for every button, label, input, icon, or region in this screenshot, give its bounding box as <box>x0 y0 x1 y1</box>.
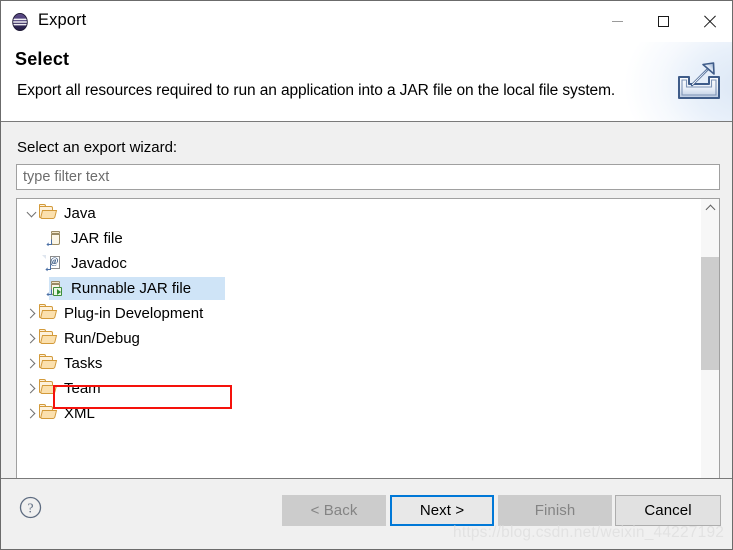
eclipse-icon <box>10 12 30 32</box>
cancel-button[interactable]: Cancel <box>615 495 721 526</box>
page-title: Select <box>15 49 70 69</box>
dialog-footer: ? < Back Next > Finish Cancel <box>1 478 732 549</box>
tree-item-xml[interactable]: XML <box>17 401 700 426</box>
export-wizard-tree[interactable]: Java JAR file @ Javadoc Runnable JAR fil… <box>16 198 720 525</box>
wizard-header: Select Export all resources required to … <box>1 42 732 122</box>
jar-file-icon <box>46 230 66 248</box>
folder-icon <box>39 303 59 323</box>
scrollbar-thumb[interactable] <box>701 257 719 370</box>
section-label: Select an export wizard: <box>17 139 178 156</box>
filter-input[interactable] <box>16 164 720 190</box>
chevron-right-icon[interactable] <box>23 333 39 344</box>
tree-rows: Java JAR file @ Javadoc Runnable JAR fil… <box>17 201 700 426</box>
tree-item-jar-file[interactable]: JAR file <box>17 226 700 251</box>
tree-item-tasks[interactable]: Tasks <box>17 351 700 376</box>
back-button-label: < Back <box>310 502 358 519</box>
window-controls <box>594 1 732 42</box>
next-button-label: Next > <box>419 502 465 519</box>
minimize-button[interactable] <box>594 1 640 42</box>
tree-item-label: Runnable JAR file <box>71 280 192 297</box>
tree-item-label: Team <box>64 380 101 397</box>
folder-icon <box>39 328 59 348</box>
title-bar: Export <box>1 1 732 42</box>
folder-icon <box>39 203 59 223</box>
folder-icon <box>39 378 59 398</box>
next-button[interactable]: Next > <box>390 495 494 526</box>
close-icon <box>703 15 716 28</box>
tree-item-team[interactable]: Team <box>17 376 700 401</box>
dialog-body: Select an export wizard: Java <box>1 122 732 525</box>
page-description: Export all resources required to run an … <box>17 82 616 99</box>
tree-item-run-debug[interactable]: Run/Debug <box>17 326 700 351</box>
finish-button[interactable]: Finish <box>498 495 612 526</box>
chevron-right-icon[interactable] <box>23 308 39 319</box>
maximize-icon <box>657 16 669 27</box>
tree-vertical-scrollbar[interactable] <box>700 199 719 524</box>
window-title: Export <box>38 11 87 30</box>
chevron-up-icon <box>705 204 715 215</box>
close-button[interactable] <box>686 1 732 42</box>
tree-item-label: XML <box>64 405 95 422</box>
tree-item-label: Plug-in Development <box>64 305 204 322</box>
export-dialog-window: Export Select Export all resources requi… <box>0 0 733 550</box>
tree-item-label: Run/Debug <box>64 330 140 347</box>
help-icon[interactable]: ? <box>19 496 42 519</box>
runnable-jar-file-icon <box>46 280 66 298</box>
tree-item-runnable-jar-file[interactable]: Runnable JAR file <box>17 276 700 301</box>
tree-item-java[interactable]: Java <box>17 201 700 226</box>
tree-item-label: Javadoc <box>71 255 127 272</box>
svg-text:?: ? <box>28 501 34 516</box>
export-icon <box>673 56 725 108</box>
scroll-up-button[interactable] <box>701 199 719 217</box>
tree-item-label: Java <box>64 205 96 222</box>
tree-item-plug-in-development[interactable]: Plug-in Development <box>17 301 700 326</box>
chevron-right-icon[interactable] <box>23 358 39 369</box>
javadoc-icon: @ <box>42 254 66 273</box>
tree-item-label: JAR file <box>71 230 123 247</box>
tree-item-label: Tasks <box>64 355 103 372</box>
tree-item-javadoc[interactable]: @ Javadoc <box>17 251 700 276</box>
folder-icon <box>39 353 59 373</box>
folder-icon <box>39 403 59 423</box>
minimize-icon <box>611 21 623 22</box>
chevron-right-icon[interactable] <box>23 408 39 419</box>
maximize-button[interactable] <box>640 1 686 42</box>
cancel-button-label: Cancel <box>644 502 692 519</box>
back-button[interactable]: < Back <box>282 495 386 526</box>
finish-button-label: Finish <box>534 502 576 519</box>
chevron-down-icon[interactable] <box>23 207 39 217</box>
chevron-right-icon[interactable] <box>23 383 39 394</box>
